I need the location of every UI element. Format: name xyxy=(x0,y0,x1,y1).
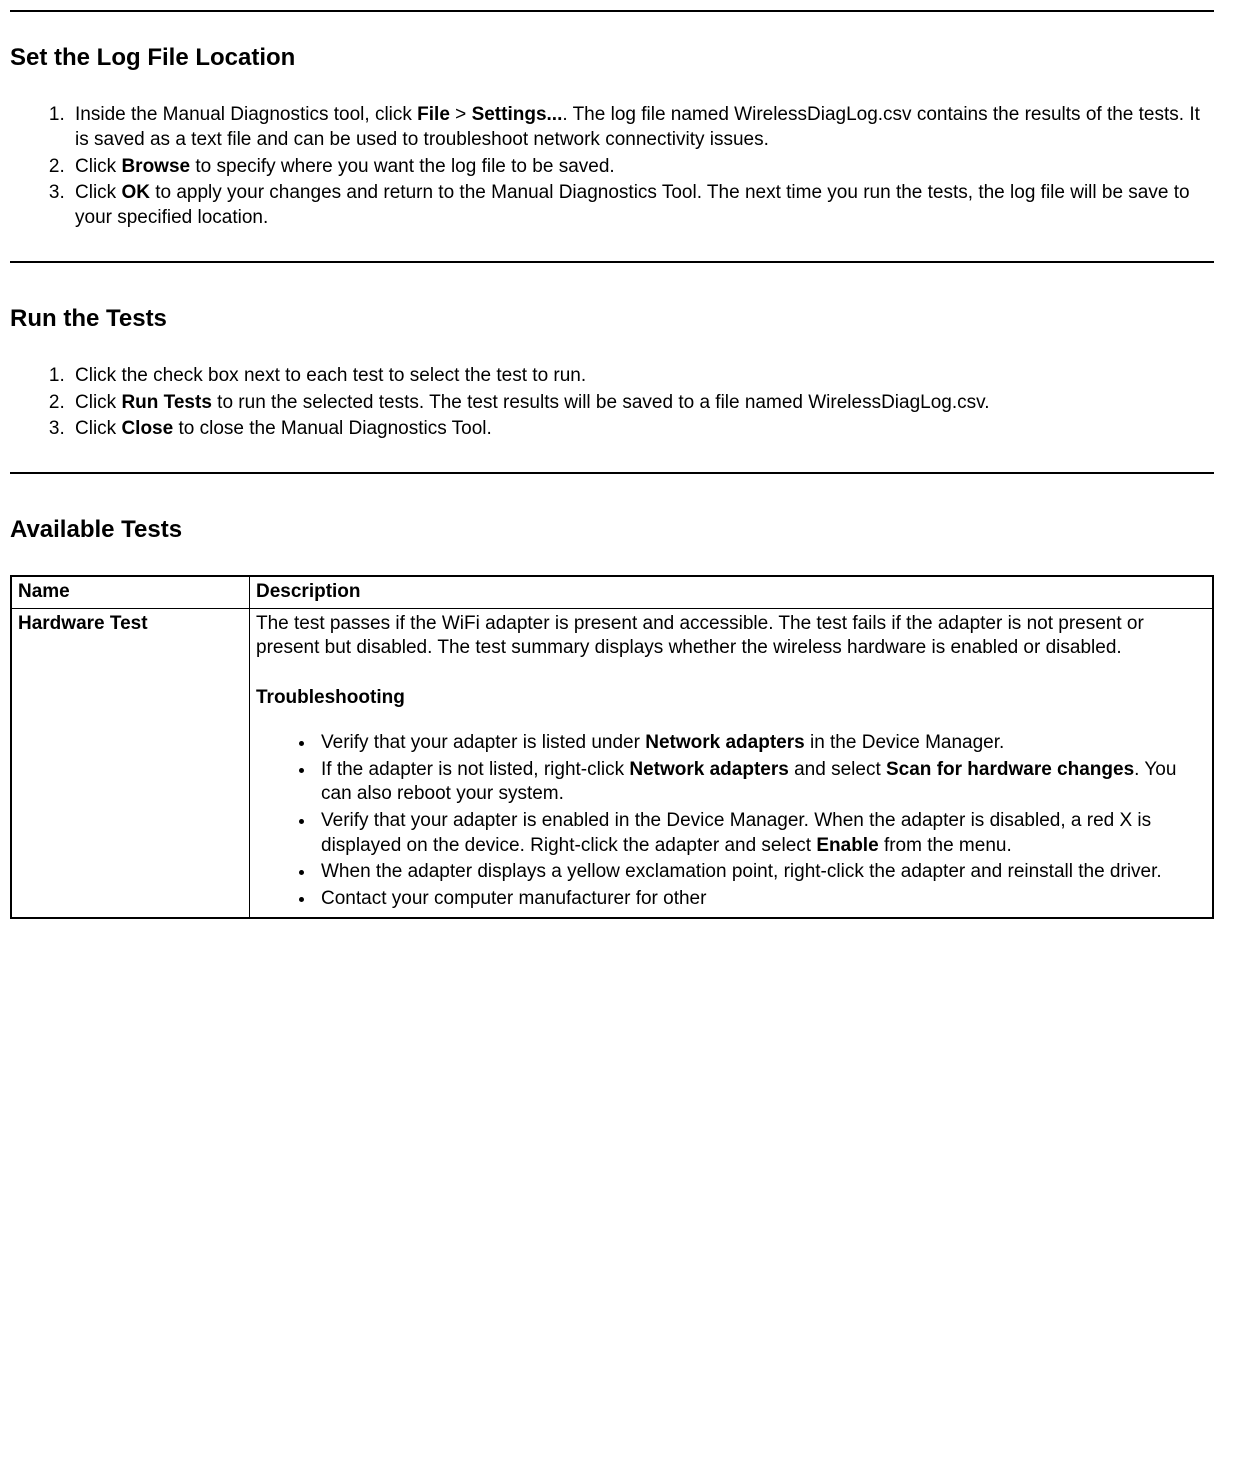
bold-text: Close xyxy=(121,418,173,439)
bold-text: Enable xyxy=(816,835,878,856)
bold-text: Network adapters xyxy=(645,732,804,753)
test-name-cell: Hardware Test xyxy=(11,608,250,917)
step-text: Click xyxy=(75,156,121,177)
step-text: Click xyxy=(75,182,121,203)
bullet-text: Contact your computer manufacturer for o… xyxy=(321,888,706,909)
list-item: Click Run Tests to run the selected test… xyxy=(70,391,1214,416)
table-row: Hardware Test The test passes if the WiF… xyxy=(11,608,1213,917)
bullet-text: Verify that your adapter is listed under xyxy=(321,732,645,753)
list-item: Click Browse to specify where you want t… xyxy=(70,155,1214,180)
list-item: Click Close to close the Manual Diagnost… xyxy=(70,417,1214,442)
troubleshooting-list: Verify that your adapter is listed under… xyxy=(256,731,1206,912)
step-text: to close the Manual Diagnostics Tool. xyxy=(173,418,492,439)
available-tests-table: Name Description Hardware Test The test … xyxy=(10,575,1214,919)
bold-text: Scan for hardware changes xyxy=(886,759,1134,780)
troubleshooting-heading: Troubleshooting xyxy=(256,686,1206,711)
test-description-cell: The test passes if the WiFi adapter is p… xyxy=(250,608,1214,917)
step-text: Click the check box next to each test to… xyxy=(75,365,586,386)
bold-text: Settings... xyxy=(472,104,563,125)
list-item: Click the check box next to each test to… xyxy=(70,364,1214,389)
list-item: Click OK to apply your changes and retur… xyxy=(70,181,1214,230)
step-text: > xyxy=(450,104,472,125)
column-header-name: Name xyxy=(11,576,250,608)
list-item: Inside the Manual Diagnostics tool, clic… xyxy=(70,103,1214,152)
bullet-text: from the menu. xyxy=(879,835,1012,856)
list-item: When the adapter displays a yellow excla… xyxy=(316,860,1206,885)
description-paragraph: The test passes if the WiFi adapter is p… xyxy=(256,612,1206,661)
bullet-text: If the adapter is not listed, right-clic… xyxy=(321,759,629,780)
step-text: to specify where you want the log file t… xyxy=(190,156,615,177)
bold-text: Browse xyxy=(121,156,190,177)
step-text: Inside the Manual Diagnostics tool, clic… xyxy=(75,104,417,125)
bold-text: Run Tests xyxy=(121,392,211,413)
table-header-row: Name Description xyxy=(11,576,1213,608)
section-heading-log-file: Set the Log File Location xyxy=(10,42,1214,73)
section-heading-run-tests: Run the Tests xyxy=(10,303,1214,334)
bold-text: Network adapters xyxy=(629,759,788,780)
bullet-text: in the Device Manager. xyxy=(805,732,1005,753)
bold-text: OK xyxy=(121,182,150,203)
list-item: Verify that your adapter is enabled in t… xyxy=(316,809,1206,858)
step-text: Click xyxy=(75,418,121,439)
bullet-text: When the adapter displays a yellow excla… xyxy=(321,861,1162,882)
section-heading-available-tests: Available Tests xyxy=(10,514,1214,545)
bullet-text: and select xyxy=(789,759,886,780)
section-divider xyxy=(10,261,1214,263)
step-text: Click xyxy=(75,392,121,413)
step-text: to apply your changes and return to the … xyxy=(75,182,1190,228)
top-rule xyxy=(10,10,1214,12)
section-divider xyxy=(10,472,1214,474)
log-file-steps: Inside the Manual Diagnostics tool, clic… xyxy=(10,103,1214,230)
list-item: Contact your computer manufacturer for o… xyxy=(316,887,1206,912)
step-text: to run the selected tests. The test resu… xyxy=(212,392,990,413)
bold-text: File xyxy=(417,104,450,125)
bullet-text: Verify that your adapter is enabled in t… xyxy=(321,810,1151,856)
list-item: Verify that your adapter is listed under… xyxy=(316,731,1206,756)
run-tests-steps: Click the check box next to each test to… xyxy=(10,364,1214,442)
column-header-description: Description xyxy=(250,576,1214,608)
list-item: If the adapter is not listed, right-clic… xyxy=(316,758,1206,807)
